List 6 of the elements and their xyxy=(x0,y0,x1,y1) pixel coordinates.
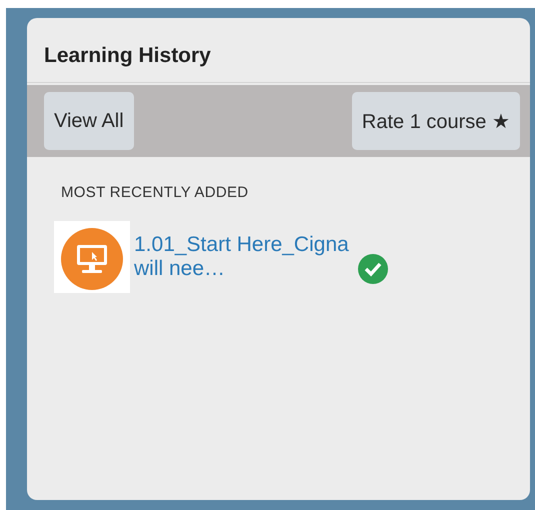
course-title-link[interactable]: 1.01_Start Here_Cigna will nee… xyxy=(134,233,352,281)
rate-course-button[interactable]: Rate 1 course ★ xyxy=(352,92,520,150)
section-label: MOST RECENTLY ADDED xyxy=(60,183,250,201)
monitor-icon xyxy=(54,221,130,293)
card-title: Learning History xyxy=(27,18,530,83)
view-all-button[interactable]: View All xyxy=(44,92,134,150)
